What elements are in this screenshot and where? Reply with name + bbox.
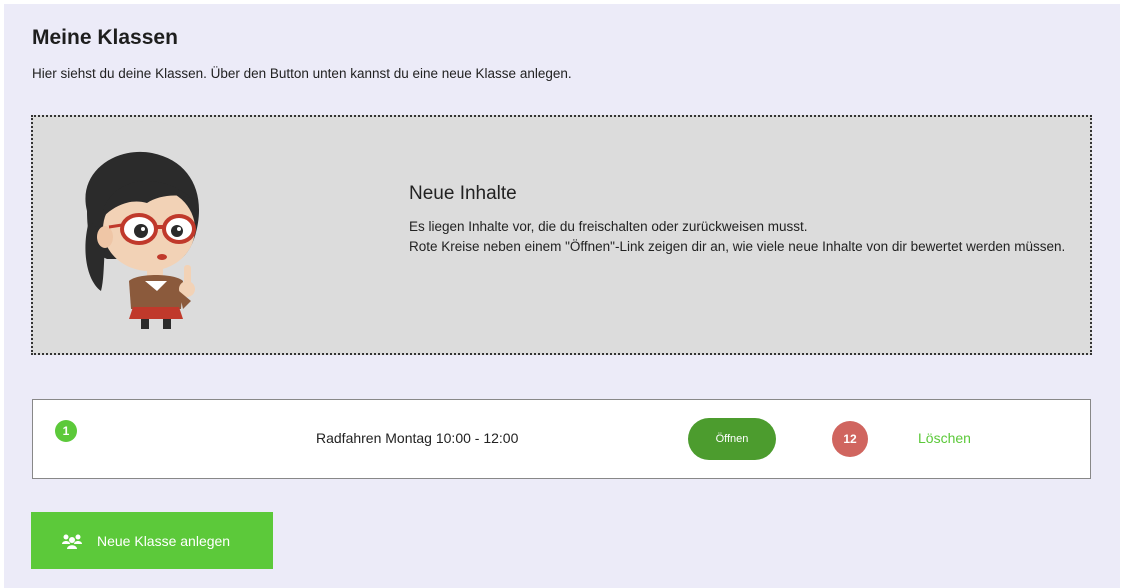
info-text-line-1: Es liegen Inhalte vor, die du freischalt…: [409, 219, 808, 234]
info-title: Neue Inhalte: [409, 183, 517, 204]
new-content-info-box: Neue Inhalte Es liegen Inhalte vor, die …: [31, 115, 1092, 355]
class-name: Radfahren Montag 10:00 - 12:00: [316, 430, 519, 446]
delete-class-link[interactable]: Löschen: [918, 430, 971, 446]
page-title: Meine Klassen: [32, 26, 178, 49]
open-class-button[interactable]: Öffnen: [688, 418, 776, 460]
class-row: 1 Radfahren Montag 10:00 - 12:00 Öffnen …: [32, 399, 1091, 479]
new-content-count-badge: 12: [832, 421, 868, 457]
main-panel: Meine Klassen Hier siehst du deine Klass…: [4, 4, 1120, 588]
info-text-line-2: Rote Kreise neben einem "Öffnen"-Link ze…: [409, 239, 1066, 254]
page-description: Hier siehst du deine Klassen. Über den B…: [32, 66, 572, 81]
info-text: Es liegen Inhalte vor, die du freischalt…: [409, 217, 1069, 257]
group-icon: [61, 533, 83, 549]
class-number-badge: 1: [55, 420, 77, 442]
new-class-button[interactable]: Neue Klasse anlegen: [31, 512, 273, 569]
new-class-button-label: Neue Klasse anlegen: [97, 532, 231, 549]
teacher-illustration: [67, 141, 217, 331]
